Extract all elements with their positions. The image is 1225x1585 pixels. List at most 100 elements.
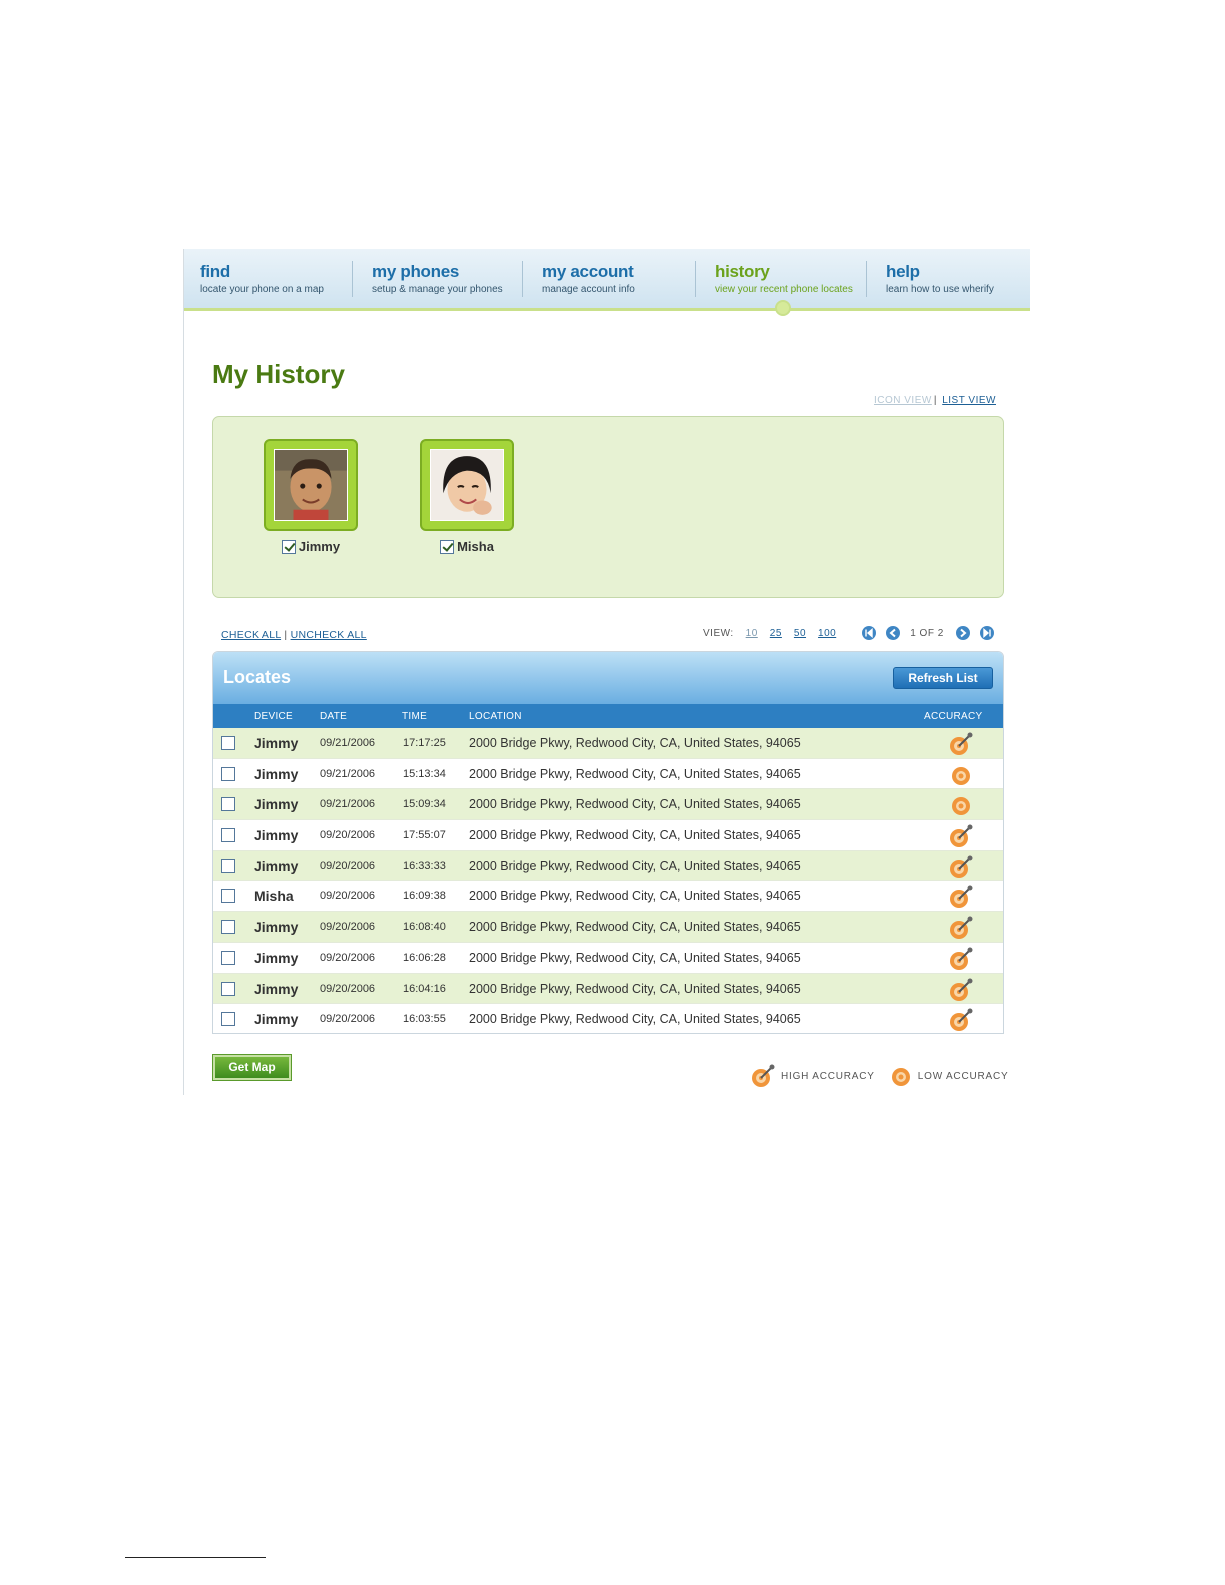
tab-help[interactable]: help learn how to use wherify [886,249,994,308]
row-checkbox[interactable] [221,920,235,935]
get-map-button[interactable]: Get Map [212,1054,292,1081]
legend-high: HIGH ACCURACY [750,1063,875,1089]
refresh-list-button[interactable]: Refresh List [893,667,993,689]
table-row[interactable]: Jimmy 09/20/2006 17:55:07 2000 Bridge Pkwy,… [213,820,1003,851]
locates-panel: Locates Refresh List DEVICE DATE TIME LO… [212,651,1004,1034]
row-location: 2000 Bridge Pkwy, Redwood City, CA, Unit… [469,797,801,812]
row-location: 2000 Bridge Pkwy, Redwood City, CA, Unit… [469,736,801,750]
tab-my-account[interactable]: my account manage account info [542,249,635,308]
table-row[interactable]: Jimmy 09/21/2006 17:17:25 2000 Bridge Pkwy,… [213,728,1003,759]
tab-my-phones[interactable]: my phones setup & manage your phones [372,249,503,308]
row-checkbox[interactable] [221,889,235,904]
table-row[interactable]: Jimmy 09/21/2006 15:09:34 2000 Bridge Pkwy,… [213,789,1003,821]
nav-divider [522,261,523,297]
row-location: 2000 Bridge Pkwy, Redwood City, CA, Unit… [469,828,801,843]
device-label: Jimmy [264,539,358,554]
row-date: 09/21/2006 [320,798,376,811]
next-page-icon[interactable] [955,626,970,640]
row-checkbox[interactable] [221,797,235,812]
last-page-icon[interactable] [979,626,994,640]
table-row[interactable]: Misha 09/20/2006 16:09:38 2000 Bridge Pkwy,… [213,881,1003,913]
legend-low: LOW ACCURACY [889,1064,1009,1088]
tab-title: find [200,262,230,281]
first-page-icon[interactable] [862,626,877,640]
device-selector: Jimmy Misha [212,416,1004,598]
footnote-rule [125,1557,266,1558]
row-checkbox[interactable] [221,828,235,843]
active-tab-indicator [775,300,791,316]
accuracy-legend: HIGH ACCURACY LOW ACCURACY [750,1063,1008,1089]
legend-low-label: LOW ACCURACY [917,1070,1009,1082]
device-card-misha[interactable]: Misha [420,439,514,554]
page-size-25[interactable]: 25 [770,628,782,639]
page-size-10[interactable]: 10 [746,628,758,639]
device-label: Misha [420,539,514,554]
avatar [274,449,348,521]
row-checkbox[interactable] [221,950,235,965]
row-checkbox[interactable] [221,858,235,873]
low-accuracy-icon [948,792,974,818]
check-all-link[interactable]: CHECK ALL [221,629,281,641]
row-date: 09/21/2006 [320,767,376,780]
row-time: 16:08:40 [403,921,446,934]
high-accuracy-icon [948,977,974,1003]
table-row[interactable]: Jimmy 09/20/2006 16:33:33 2000 Bridge Pkwy,… [213,850,1003,882]
device-name: Jimmy [298,539,341,554]
row-location: 2000 Bridge Pkwy, Redwood City, CA, Unit… [469,950,801,965]
uncheck-all-link[interactable]: UNCHECK ALL [291,629,367,641]
col-time: TIME [402,711,428,722]
app-window: find locate your phone on a map my phone… [183,249,1030,1095]
nav-divider [695,261,696,297]
row-time: 16:04:16 [403,982,446,995]
locates-title: Locates [223,667,292,687]
check-links: CHECK ALL | UNCHECK ALL [221,629,367,641]
row-location: 2000 Bridge Pkwy, Redwood City, CA, Unit… [469,889,801,904]
legend-high-label: HIGH ACCURACY [781,1070,875,1082]
locates-header: Locates Refresh List [213,652,1003,704]
row-location: 2000 Bridge Pkwy, Redwood City, CA, Unit… [469,981,801,996]
device-name: Misha [457,539,494,554]
row-device: Jimmy [254,765,299,782]
tab-subtitle: setup & manage your phones [372,284,503,295]
device-checkbox[interactable] [440,539,455,554]
table-row[interactable]: Jimmy 09/20/2006 16:04:16 2000 Bridge Pkwy,… [213,973,1003,1005]
col-accuracy: ACCURACY [924,711,983,722]
table-row[interactable]: Jimmy 09/20/2006 16:06:28 2000 Bridge Pkwy,… [213,942,1003,974]
col-location: LOCATION [469,711,522,722]
row-time: 16:03:55 [403,1013,446,1026]
table-row[interactable]: Jimmy 09/21/2006 15:13:34 2000 Bridge Pkwy,… [213,758,1003,790]
tab-title: help [886,262,920,281]
row-checkbox[interactable] [221,981,235,996]
tab-find[interactable]: find locate your phone on a map [200,249,324,308]
col-device: DEVICE [254,711,294,722]
row-location: 2000 Bridge Pkwy, Redwood City, CA, Unit… [469,858,801,873]
row-checkbox[interactable] [221,1012,235,1027]
prev-page-icon[interactable] [886,626,901,640]
table-row[interactable]: Jimmy 09/20/2006 16:08:40 2000 Bridge Pkwy,… [213,912,1003,943]
table-row[interactable]: Jimmy 09/20/2006 16:03:55 2000 Bridge Pkwy,… [213,1004,1003,1033]
row-date: 09/20/2006 [320,982,376,995]
row-device: Jimmy [254,919,299,936]
row-time: 16:33:33 [403,859,446,872]
page-size-50[interactable]: 50 [794,628,806,639]
check-separator: | [284,629,288,641]
high-accuracy-icon [948,884,974,910]
device-photo-frame [420,439,514,531]
icon-view-link[interactable]: ICON VIEW [874,395,932,406]
row-device: Jimmy [254,857,299,874]
high-accuracy-icon [948,854,974,880]
nav-divider [866,261,867,297]
device-checkbox[interactable] [281,539,296,554]
row-device: Jimmy [254,735,299,751]
list-view-link[interactable]: LIST VIEW [942,395,996,406]
row-checkbox[interactable] [221,766,235,781]
tab-subtitle: locate your phone on a map [200,284,324,295]
row-time: 15:13:34 [403,767,446,780]
page-count: 1 OF 2 [910,627,944,639]
view-separator: | [933,395,937,406]
row-checkbox[interactable] [221,736,235,750]
row-time: 16:09:38 [403,890,446,903]
view-mode-switch: ICON VIEW | LIST VIEW [874,395,996,406]
device-card-jimmy[interactable]: Jimmy [264,439,358,554]
page-size-100[interactable]: 100 [818,628,836,639]
